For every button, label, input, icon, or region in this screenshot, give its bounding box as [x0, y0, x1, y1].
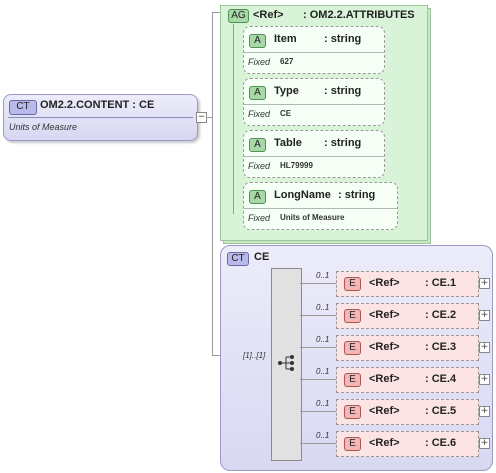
element-name: : CE.1 [425, 277, 457, 289]
element-cardinality: 0..1 [316, 271, 330, 280]
fixed-value: 627 [280, 57, 294, 66]
fixed-label: Fixed [248, 57, 271, 67]
element-cardinality: 0..1 [316, 431, 330, 440]
element-connector [300, 443, 336, 444]
element-connector [300, 347, 336, 348]
divider [244, 104, 384, 105]
element-name: : CE.4 [425, 373, 457, 385]
complex-type-icon: CT [227, 252, 249, 266]
attribute-type-item[interactable]: A Type : string Fixed CE [243, 78, 385, 126]
expand-toggle[interactable]: + [479, 310, 490, 321]
divider [244, 52, 384, 53]
element-icon: E [344, 341, 361, 355]
attribute-connector [233, 24, 234, 214]
sequence-compositor[interactable] [271, 268, 302, 461]
element-name: : CE.2 [425, 309, 457, 321]
element-connector [300, 315, 336, 316]
fixed-value: HL79999 [280, 161, 313, 170]
element-ce4[interactable]: E <Ref> : CE.4 [336, 367, 479, 393]
element-ce2[interactable]: E <Ref> : CE.2 [336, 303, 479, 329]
element-ref: <Ref> [369, 309, 400, 321]
expand-toggle[interactable]: + [479, 374, 490, 385]
element-ce1[interactable]: E <Ref> : CE.1 [336, 271, 479, 297]
attribute-group-icon: AG [228, 9, 249, 23]
divider [244, 156, 384, 157]
element-ref: <Ref> [369, 373, 400, 385]
attribute-name: LongName [274, 189, 331, 201]
connector-line [212, 12, 213, 355]
element-cardinality: 0..1 [316, 303, 330, 312]
fixed-label: Fixed [248, 109, 271, 119]
sequence-icon [278, 355, 294, 371]
element-cardinality: 0..1 [316, 335, 330, 344]
attribute-group-name: : OM2.2.ATTRIBUTES [303, 9, 415, 21]
attribute-type: : string [324, 33, 362, 45]
element-ref: <Ref> [369, 405, 400, 417]
element-cardinality: 0..1 [316, 399, 330, 408]
divider [244, 208, 397, 209]
attribute-item[interactable]: A Item : string Fixed 627 [243, 26, 385, 74]
element-icon: E [344, 277, 361, 291]
attribute-icon: A [249, 138, 266, 152]
element-cardinality: 0..1 [316, 367, 330, 376]
sequence-cardinality: [1]..[1] [243, 351, 266, 360]
element-icon: E [344, 309, 361, 323]
element-connector [300, 283, 336, 284]
attribute-group-ref: <Ref> [253, 9, 284, 21]
attribute-icon: A [249, 34, 266, 48]
attribute-name: Item [274, 33, 297, 45]
attribute-icon: A [249, 190, 266, 204]
fixed-value: Units of Measure [280, 213, 345, 222]
element-ce5[interactable]: E <Ref> : CE.5 [336, 399, 479, 425]
complex-type-icon: CT [9, 100, 37, 115]
expand-toggle[interactable]: + [479, 406, 490, 417]
fixed-label: Fixed [248, 161, 271, 171]
element-ref: <Ref> [369, 341, 400, 353]
fixed-label: Fixed [248, 213, 271, 223]
attribute-type: : string [324, 85, 362, 97]
element-connector [300, 411, 336, 412]
attribute-table-item[interactable]: A Table : string Fixed HL79999 [243, 130, 385, 178]
element-icon: E [344, 437, 361, 451]
attribute-name: Table [274, 137, 302, 149]
element-icon: E [344, 373, 361, 387]
element-name: : CE.3 [425, 341, 457, 353]
element-ce3[interactable]: E <Ref> : CE.3 [336, 335, 479, 361]
content-type-title: OM2.2.CONTENT : CE [40, 99, 155, 111]
divider [8, 117, 193, 118]
element-name: : CE.6 [425, 437, 457, 449]
attribute-type: : string [324, 137, 362, 149]
content-type-node[interactable]: CT OM2.2.CONTENT : CE Units of Measure [3, 94, 198, 141]
expand-toggle[interactable]: + [479, 438, 490, 449]
attribute-name: Type [274, 85, 299, 97]
ce-type-name: CE [254, 251, 270, 263]
attribute-longname-item[interactable]: A LongName : string Fixed Units of Measu… [243, 182, 398, 230]
element-ref: <Ref> [369, 277, 400, 289]
element-name: : CE.5 [425, 405, 457, 417]
attribute-icon: A [249, 86, 266, 100]
attribute-type: : string [338, 189, 376, 201]
element-ref: <Ref> [369, 437, 400, 449]
element-connector [300, 379, 336, 380]
fixed-value: CE [280, 109, 292, 118]
expand-toggle[interactable]: + [479, 342, 490, 353]
content-type-description: Units of Measure [9, 122, 78, 132]
expand-toggle[interactable]: + [479, 278, 490, 289]
element-ce6[interactable]: E <Ref> : CE.6 [336, 431, 479, 457]
element-icon: E [344, 405, 361, 419]
